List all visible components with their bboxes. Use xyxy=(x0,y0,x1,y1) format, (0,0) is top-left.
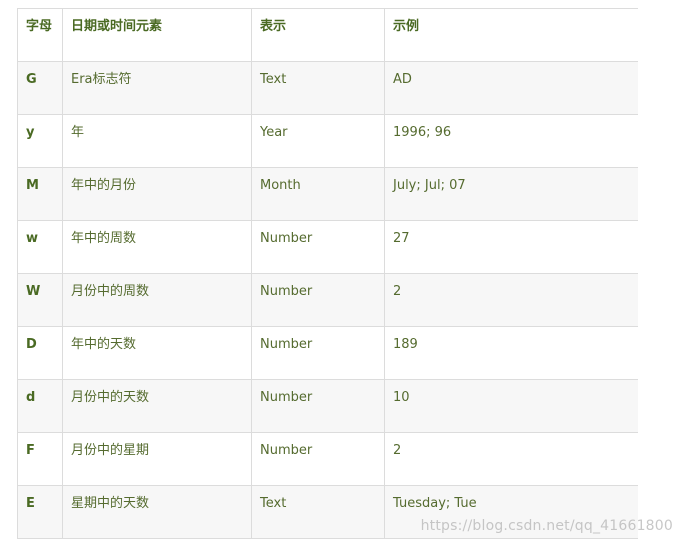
cell-presentation: Text xyxy=(251,485,385,539)
header-example: 示例 xyxy=(384,8,638,62)
table-row: G Era标志符 Text AD xyxy=(17,61,638,115)
cell-element: 年中的月份 xyxy=(62,167,252,221)
cell-letter: W xyxy=(17,273,63,327)
cell-presentation: Number xyxy=(251,273,385,327)
header-row: 字母 日期或时间元素 表示 示例 xyxy=(17,8,638,62)
header-element: 日期或时间元素 xyxy=(62,8,252,62)
table-header: 字母 日期或时间元素 表示 示例 xyxy=(17,8,638,62)
cell-letter: y xyxy=(17,114,63,168)
table-row: M 年中的月份 Month July; Jul; 07 xyxy=(17,167,638,221)
cell-presentation: Number xyxy=(251,326,385,380)
cell-element: 星期中的天数 xyxy=(62,485,252,539)
date-format-table: 字母 日期或时间元素 表示 示例 G Era标志符 Text AD y 年 Ye… xyxy=(17,8,638,539)
cell-presentation: Month xyxy=(251,167,385,221)
cell-letter: E xyxy=(17,485,63,539)
table-row: D 年中的天数 Number 189 xyxy=(17,326,638,380)
watermark-text: https://blog.csdn.net/qq_41661800 xyxy=(420,518,673,534)
date-format-table-container: 字母 日期或时间元素 表示 示例 G Era标志符 Text AD y 年 Ye… xyxy=(17,8,638,547)
table-row: w 年中的周数 Number 27 xyxy=(17,220,638,274)
table-row: F 月份中的星期 Number 2 xyxy=(17,432,638,486)
cell-letter: M xyxy=(17,167,63,221)
cell-presentation: Year xyxy=(251,114,385,168)
header-presentation: 表示 xyxy=(251,8,385,62)
table-row: W 月份中的周数 Number 2 xyxy=(17,273,638,327)
cell-element: 月份中的星期 xyxy=(62,432,252,486)
cell-letter: G xyxy=(17,61,63,115)
cell-example: 10 xyxy=(384,379,638,433)
table-row: d 月份中的天数 Number 10 xyxy=(17,379,638,433)
cell-letter: w xyxy=(17,220,63,274)
cell-letter: d xyxy=(17,379,63,433)
cell-element: 年 xyxy=(62,114,252,168)
cell-example: July; Jul; 07 xyxy=(384,167,638,221)
cell-example: 2 xyxy=(384,432,638,486)
cell-example: 189 xyxy=(384,326,638,380)
cell-element: 年中的周数 xyxy=(62,220,252,274)
cell-letter: F xyxy=(17,432,63,486)
header-letter: 字母 xyxy=(17,8,63,62)
table-body: G Era标志符 Text AD y 年 Year 1996; 96 M 年中的… xyxy=(17,61,638,539)
cell-element: 月份中的周数 xyxy=(62,273,252,327)
cell-presentation: Number xyxy=(251,432,385,486)
cell-example: 2 xyxy=(384,273,638,327)
cell-example: 27 xyxy=(384,220,638,274)
cell-presentation: Number xyxy=(251,379,385,433)
cell-element: Era标志符 xyxy=(62,61,252,115)
table-row: y 年 Year 1996; 96 xyxy=(17,114,638,168)
cell-example: AD xyxy=(384,61,638,115)
cell-element: 年中的天数 xyxy=(62,326,252,380)
cell-presentation: Text xyxy=(251,61,385,115)
cell-presentation: Number xyxy=(251,220,385,274)
cell-letter: D xyxy=(17,326,63,380)
cell-element: 月份中的天数 xyxy=(62,379,252,433)
cell-example: 1996; 96 xyxy=(384,114,638,168)
